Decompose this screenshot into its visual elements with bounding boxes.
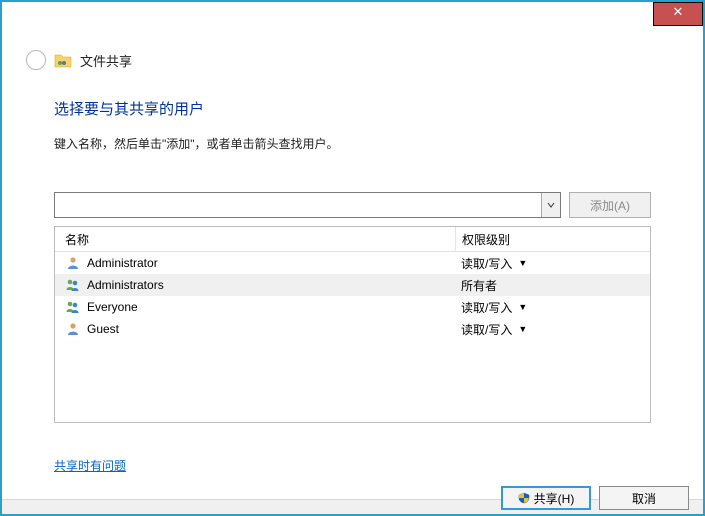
row-permission-cell[interactable]: 读取/写入 ▼ <box>455 321 650 338</box>
row-name-cell: Everyone <box>55 296 455 318</box>
row-name-label: Guest <box>87 322 119 336</box>
dialog-header: 文件共享 <box>2 32 703 70</box>
close-button[interactable]: ✕ <box>653 2 703 26</box>
user-icon <box>65 321 81 337</box>
row-name-cell: Administrators <box>55 274 455 296</box>
back-button[interactable] <box>26 50 46 70</box>
main-heading: 选择要与其共享的用户 <box>54 98 651 119</box>
group-icon <box>65 299 81 315</box>
permission-dropdown-icon: ▼ <box>518 324 527 334</box>
column-header-permission[interactable]: 权限级别 <box>456 231 650 248</box>
share-button[interactable]: 共享(H) <box>501 486 591 510</box>
row-name-label: Administrators <box>87 278 164 292</box>
folder-share-icon <box>54 52 72 68</box>
list-body: Administrator 读取/写入 ▼ Administrators 所有者 Ever… <box>55 252 650 422</box>
dialog-footer: 共享(H) 取消 <box>2 499 703 514</box>
user-combobox[interactable] <box>54 192 561 218</box>
combo-dropdown-button[interactable] <box>541 193 560 217</box>
cancel-button-label: 取消 <box>632 490 656 507</box>
row-name-label: Administrator <box>87 256 158 270</box>
row-permission-cell[interactable]: 读取/写入 ▼ <box>455 299 650 316</box>
user-list: 名称 权限级别 Administrator读取/写入▼Administrator… <box>54 226 651 423</box>
column-header-name[interactable]: 名称 <box>55 227 456 251</box>
help-link[interactable]: 共享时有问题 <box>54 457 126 474</box>
cancel-button[interactable]: 取消 <box>599 486 689 510</box>
close-icon: ✕ <box>673 4 684 19</box>
row-name-cell: Guest <box>55 318 455 340</box>
file-sharing-dialog: ✕ 文件共享 选择要与其共享的用户 键入名称，然后单击"添加"，或者单击箭头查找… <box>0 0 705 516</box>
row-name-label: Everyone <box>87 300 138 314</box>
group-icon <box>65 277 81 293</box>
list-row[interactable]: Administrator 读取/写入 ▼ <box>55 252 650 274</box>
user-input[interactable] <box>55 193 541 217</box>
list-row[interactable]: Administrators 所有者 <box>55 274 650 296</box>
row-name-cell: Administrator <box>55 252 455 274</box>
list-header: 名称 权限级别 <box>55 227 650 252</box>
row-permission-label: 读取/写入 <box>461 255 512 272</box>
user-icon <box>65 255 81 271</box>
permission-dropdown-icon: ▼ <box>518 302 527 312</box>
chevron-down-icon <box>547 201 555 209</box>
list-row[interactable]: Guest 读取/写入 ▼ <box>55 318 650 340</box>
row-permission-label: 读取/写入 <box>461 321 512 338</box>
instruction-text: 键入名称，然后单击"添加"，或者单击箭头查找用户。 <box>54 135 651 152</box>
content-area: 选择要与其共享的用户 键入名称，然后单击"添加"，或者单击箭头查找用户。 添加(… <box>2 70 703 474</box>
add-button[interactable]: 添加(A) <box>569 192 651 218</box>
row-permission-label: 所有者 <box>461 277 497 294</box>
permission-dropdown-icon: ▼ <box>518 258 527 268</box>
list-row[interactable]: Everyone 读取/写入 ▼ <box>55 296 650 318</box>
shield-icon <box>518 492 530 504</box>
row-permission-cell: 所有者 <box>455 277 650 294</box>
row-permission-label: 读取/写入 <box>461 299 512 316</box>
dialog-title: 文件共享 <box>80 51 132 70</box>
share-button-label: 共享(H) <box>534 490 575 507</box>
row-permission-cell[interactable]: 读取/写入 ▼ <box>455 255 650 272</box>
user-input-row: 添加(A) <box>54 192 651 218</box>
titlebar: ✕ <box>2 2 703 32</box>
